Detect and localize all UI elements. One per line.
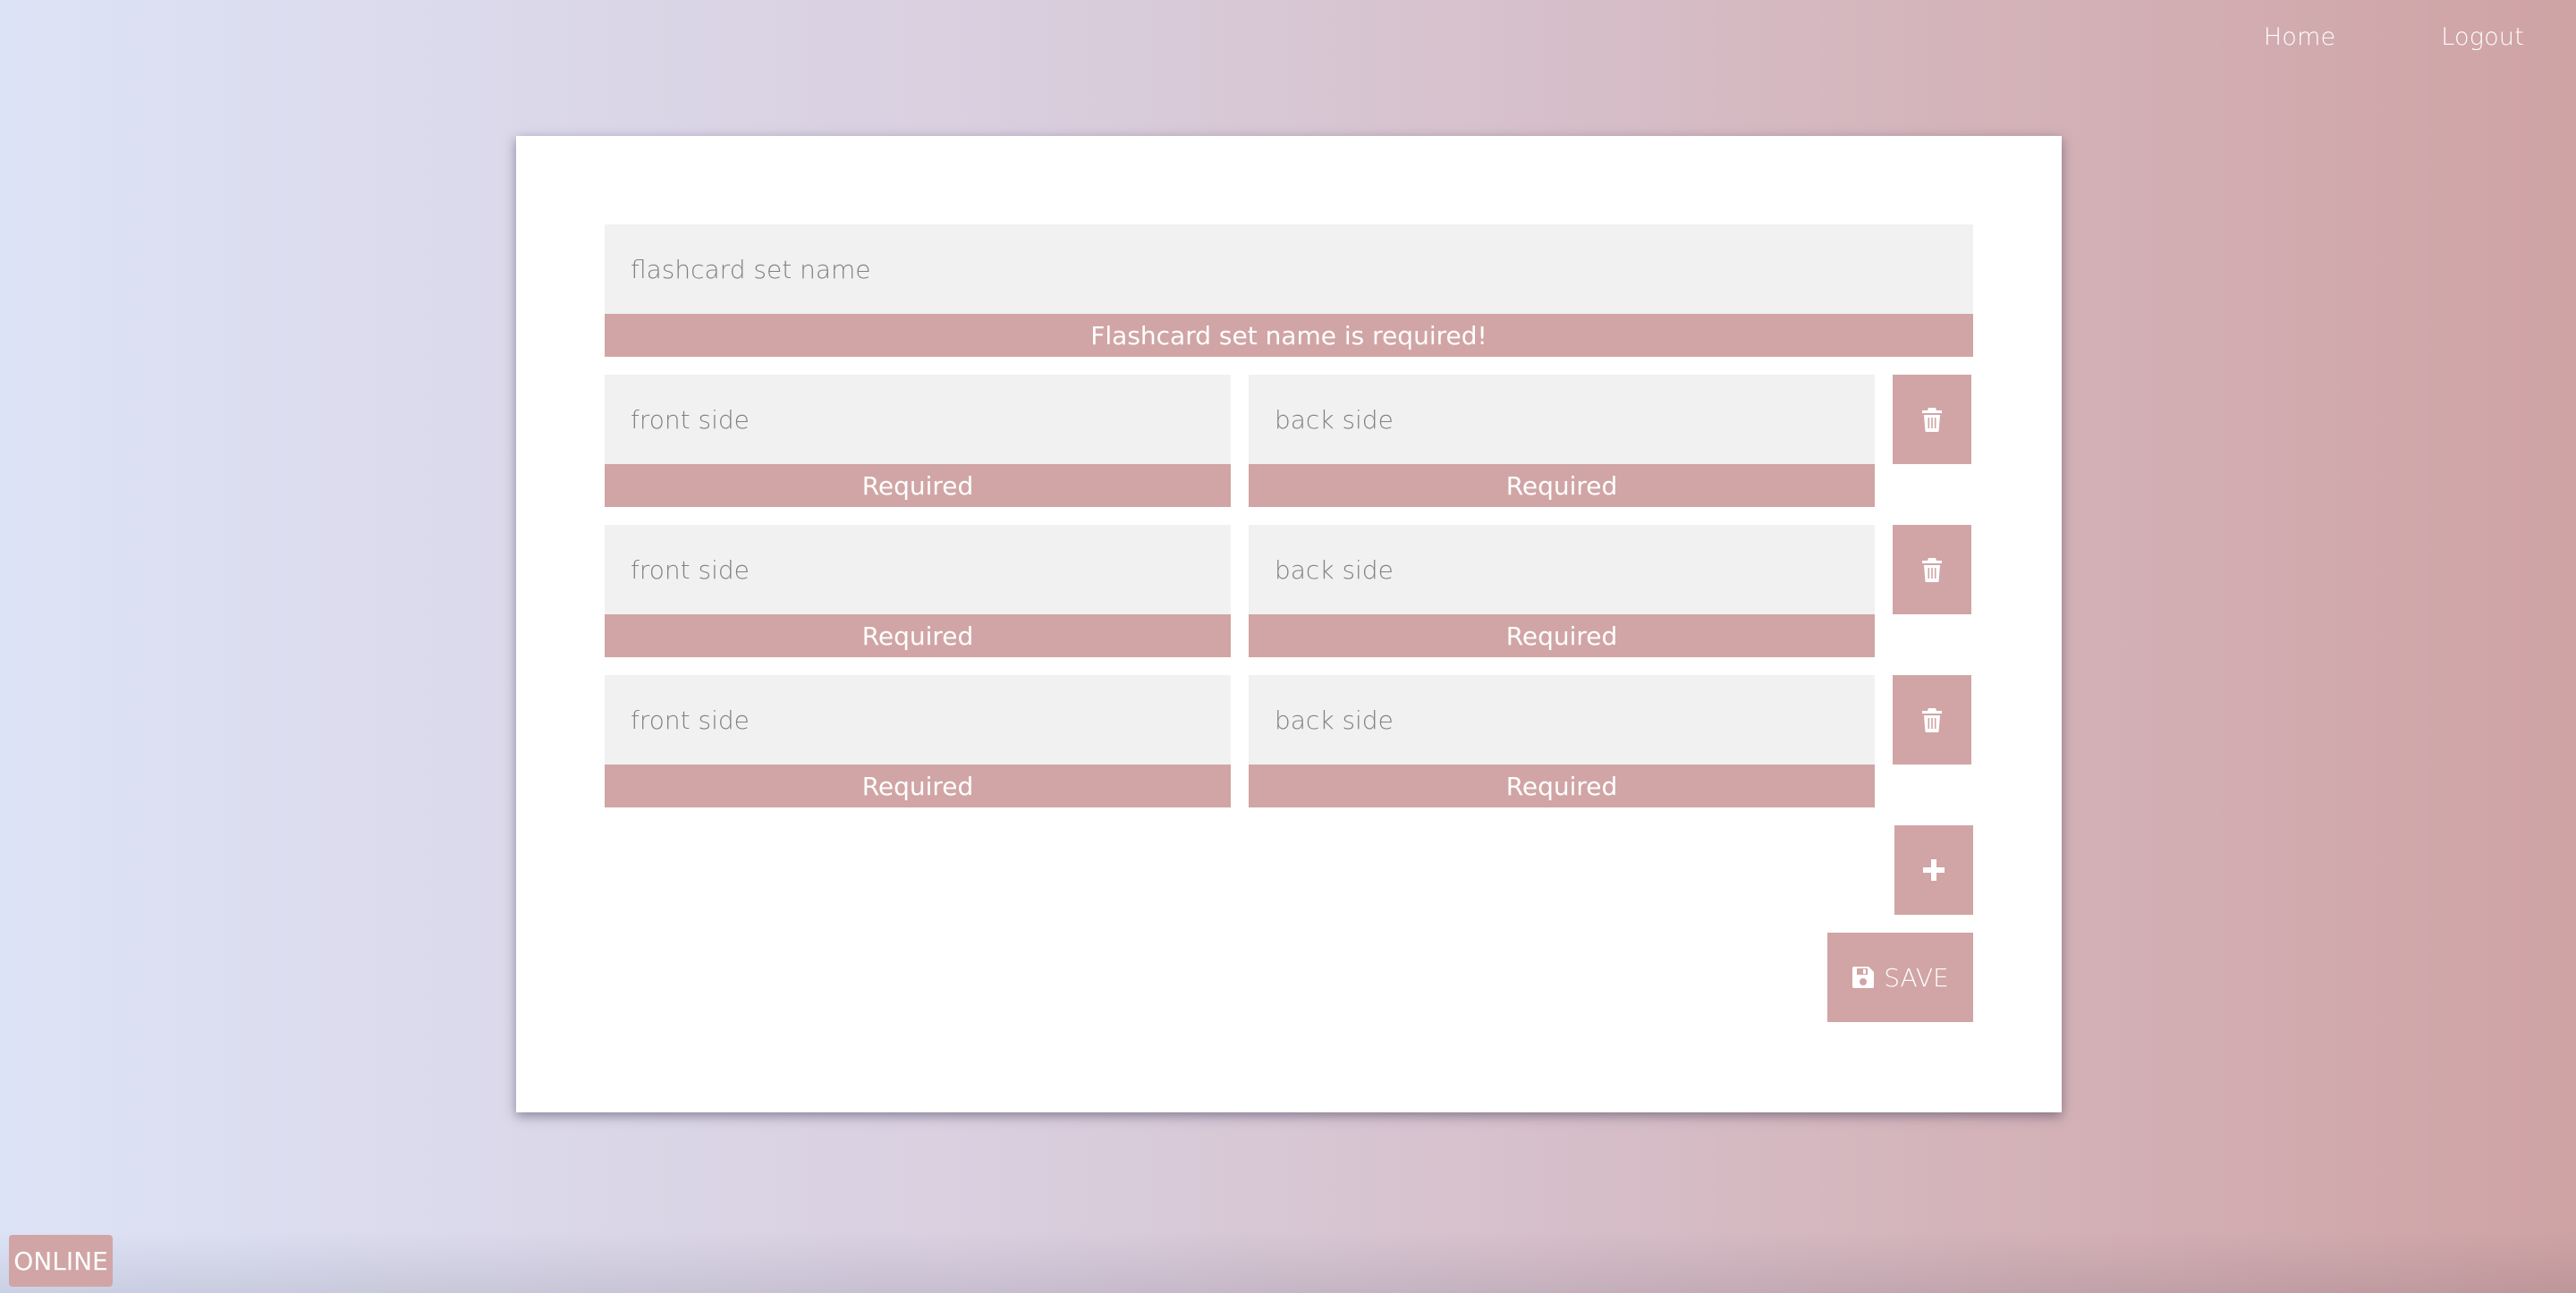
floppy-disk-icon (1852, 967, 1875, 988)
top-navigation: Home Logout (2264, 23, 2524, 51)
back-side-error: Required (1249, 464, 1875, 507)
back-side-group: back side Required (1249, 675, 1875, 807)
nav-logout-link[interactable]: Logout (2441, 23, 2524, 51)
save-button-label: SAVE (1884, 962, 1949, 993)
connection-status-badge: ONLINE (9, 1235, 113, 1287)
back-side-input[interactable]: back side (1249, 375, 1875, 464)
delete-card-button[interactable] (1893, 525, 1971, 614)
delete-card-button[interactable] (1893, 675, 1971, 765)
trash-icon (1922, 408, 1942, 432)
add-card-button[interactable] (1894, 825, 1973, 915)
front-side-group: front side Required (605, 375, 1231, 507)
save-button[interactable]: SAVE (1827, 933, 1973, 1022)
set-name-error: Flashcard set name is required! (605, 314, 1973, 357)
front-side-group: front side Required (605, 675, 1231, 807)
front-side-input[interactable]: front side (605, 675, 1231, 765)
card-row: front side Required back side Required (605, 375, 1973, 507)
flashcard-form-card: flashcard set name Flashcard set name is… (516, 136, 2062, 1112)
set-name-input[interactable]: flashcard set name (605, 224, 1973, 314)
front-side-input[interactable]: front side (605, 375, 1231, 464)
back-side-input[interactable]: back side (1249, 675, 1875, 765)
front-side-error: Required (605, 614, 1231, 657)
card-row: front side Required back side Required (605, 675, 1973, 807)
front-side-error: Required (605, 765, 1231, 807)
back-side-error: Required (1249, 614, 1875, 657)
plus-icon (1923, 859, 1945, 881)
trash-icon (1922, 708, 1942, 732)
back-side-group: back side Required (1249, 375, 1875, 507)
flashcard-form: flashcard set name Flashcard set name is… (605, 224, 1973, 1022)
bottom-shade (0, 1230, 2576, 1293)
trash-icon (1922, 558, 1942, 582)
back-side-group: back side Required (1249, 525, 1875, 657)
back-side-input[interactable]: back side (1249, 525, 1875, 614)
front-side-input[interactable]: front side (605, 525, 1231, 614)
nav-home-link[interactable]: Home (2264, 23, 2336, 51)
front-side-error: Required (605, 464, 1231, 507)
card-row: front side Required back side Required (605, 525, 1973, 657)
front-side-group: front side Required (605, 525, 1231, 657)
back-side-error: Required (1249, 765, 1875, 807)
delete-card-button[interactable] (1893, 375, 1971, 464)
set-name-group: flashcard set name Flashcard set name is… (605, 224, 1973, 357)
